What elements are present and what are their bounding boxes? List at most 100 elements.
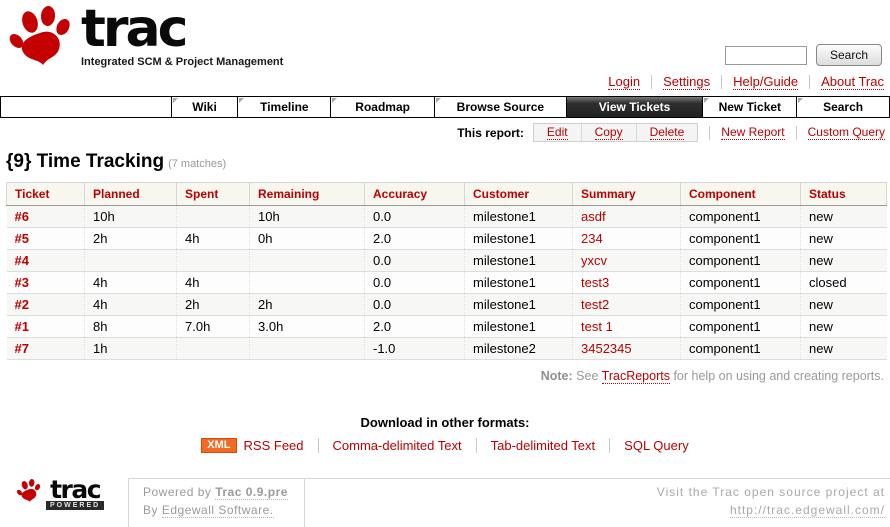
cell-accuracy: 0.0 [364,249,465,272]
table-row: #5 2h 4h 0h 2.0 milestone1 234 component1 new [6,227,887,250]
powered-by-text: Powered by [143,485,212,499]
visit-text: Visit the Trac open source project at [656,485,885,499]
download-comma-delimited-text-link[interactable]: Comma-delimited Text [333,438,462,453]
ticket-link[interactable]: #5 [15,231,29,246]
metanav-link-help-guide[interactable]: Help/Guide [733,74,799,90]
table-row: #4 0.0 milestone1 yxcv component1 new [6,249,887,272]
cell-component: component1 [680,337,801,360]
cell-ticket: #4 [6,249,85,272]
column-header-component[interactable]: Component [680,182,801,206]
download-rss-feed-link[interactable]: RSS Feed [244,438,304,453]
trac-version-link[interactable]: Trac 0.9.pre [215,485,288,500]
tab-view-tickets[interactable]: View Tickets [565,97,703,117]
metanav-link-login[interactable]: Login [608,74,641,90]
logo-title: trac [81,0,188,59]
tracreports-link[interactable]: TracReports [601,369,670,384]
cell-spent [176,337,250,360]
metanav-link-about-trac[interactable]: About Trac [821,74,884,90]
edit-button[interactable]: Edit [534,124,581,141]
cell-ticket: #2 [6,293,85,316]
tab-new-ticket[interactable]: New Ticket [702,97,797,117]
tab-label: View Tickets [598,100,671,114]
column-header-customer[interactable]: Customer [464,182,573,206]
cell-accuracy: 0.0 [364,271,465,294]
report-table: Ticket Planned Spent Remaining Accuracy Custo… [6,182,887,360]
summary-link[interactable]: 3452345 [581,341,632,356]
column-header-spent[interactable]: Spent [176,182,250,206]
ticket-link[interactable]: #3 [15,275,29,290]
powered-by-block: Powered by Trac 0.9.pre By Edgewall Soft… [128,479,305,527]
trac-paw-icon [9,6,70,65]
tab-search[interactable]: Search [796,97,889,117]
ticket-link[interactable]: #4 [15,253,29,268]
separator [809,75,811,89]
copy-button[interactable]: Copy [580,124,636,141]
ticket-link[interactable]: #1 [15,319,29,334]
cell-customer: milestone1 [464,271,573,294]
cell-customer: milestone1 [464,315,573,338]
trac-project-url-link[interactable]: http://trac.edgewall.com/ [729,503,885,518]
column-header-remaining[interactable]: Remaining [249,182,365,206]
new-report-link[interactable]: New Report [721,125,785,140]
ticket-link[interactable]: #2 [15,297,29,312]
cell-summary: 234 [572,227,681,250]
main-nav: Wiki Timeline Roadmap Browse Source View Tic… [0,96,890,118]
download-sql-query-link[interactable]: SQL Query [624,438,689,453]
separator [651,75,653,89]
search-input[interactable] [724,45,807,65]
column-header-accuracy[interactable]: Accuracy [364,182,465,206]
delete-button[interactable]: Delete [635,124,698,141]
cell-accuracy: -1.0 [364,337,465,360]
separator [709,125,711,140]
cell-status: closed [809,275,847,290]
header-search-form: Search [724,44,882,66]
summary-link[interactable]: yxcv [581,253,607,268]
summary-link[interactable]: asdf [581,209,606,224]
tab-label: Timeline [260,100,309,114]
summary-link[interactable]: 234 [581,231,603,246]
report-toolbar-label: This report: [457,125,524,140]
metanav-link-settings[interactable]: Settings [663,74,711,90]
tab-corner-icon [798,98,804,103]
page-title: {9} Time Tracking (7 matches) [6,151,890,173]
search-button[interactable]: Search [815,44,882,66]
summary-link[interactable]: test3 [581,275,609,290]
ticket-link[interactable]: #6 [15,209,29,224]
tab-label: Browse Source [456,100,545,114]
summary-link[interactable]: test2 [581,297,609,312]
tab-browse-source[interactable]: Browse Source [434,97,566,117]
by-text: By [143,503,159,517]
column-header-summary[interactable]: Summary [572,182,681,206]
cell-status: new [809,319,833,334]
column-header-status[interactable]: Status [800,182,887,206]
separator [317,438,319,453]
report-table-body: #6 10h 10h 0.0 milestone1 asdf component1 new #5… [6,205,887,360]
summary-link[interactable]: test 1 [581,319,613,334]
report-button-group: Edit Copy Delete [532,123,699,142]
cell-accuracy: 0.0 [364,205,465,228]
footer-powered-badge: POWERED [46,501,105,511]
tab-roadmap[interactable]: Roadmap [330,97,435,117]
tab-timeline[interactable]: Timeline [237,97,331,117]
tab-corner-icon [704,98,710,103]
meta-nav: Login Settings Help/Guide About Trac [608,74,884,90]
download-tab-delimited-text-link[interactable]: Tab-delimited Text [491,438,596,453]
cell-status: new [809,341,833,356]
tab-corner-icon [239,98,245,103]
edgewall-link[interactable]: Edgewall Software. [161,503,274,518]
cell-status: new [809,231,833,246]
ticket-link[interactable]: #7 [15,341,29,356]
custom-query-link[interactable]: Custom Query [807,125,885,140]
column-header-ticket[interactable]: Ticket [6,182,85,206]
separator [475,438,477,453]
separator [609,438,611,453]
report-toolbar: This report: Edit Copy Delete New Report Cu… [0,122,890,143]
cell-planned [84,249,177,272]
cell-planned: 4h [84,271,177,294]
cell-spent [176,249,250,272]
cell-remaining [249,337,365,360]
report-note: Note: See TracReports for help on using … [0,369,890,384]
tab-wiki[interactable]: Wiki [170,97,238,117]
column-header-planned[interactable]: Planned [84,182,177,206]
cell-spent: 4h [176,227,250,250]
